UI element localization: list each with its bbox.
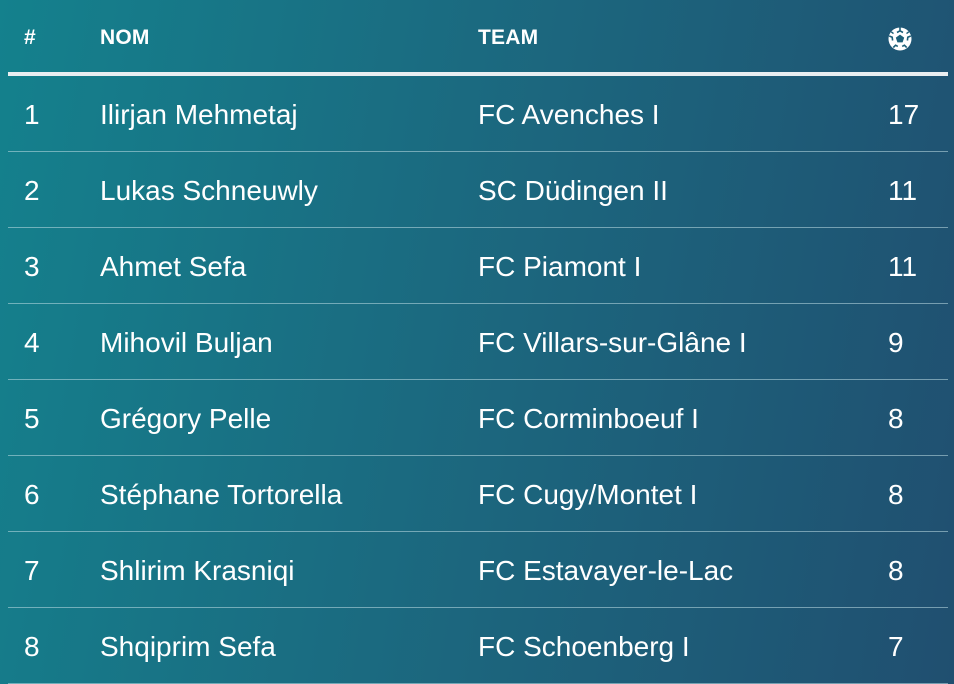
- table-row: 4 Mihovil Buljan FC Villars-sur-Glâne I …: [8, 304, 948, 380]
- row-player-name: Ahmet Sefa: [100, 251, 247, 282]
- row-player-name: Grégory Pelle: [100, 403, 272, 434]
- table-header: # NOM TEAM: [8, 0, 948, 76]
- row-goals: 9: [888, 327, 904, 358]
- row-rank: 5: [24, 403, 40, 434]
- row-team: FC Avenches I: [478, 99, 660, 130]
- row-player-name: Shlirim Krasniqi: [100, 555, 295, 586]
- soccer-ball-icon: [888, 27, 912, 51]
- row-goals: 17: [888, 99, 920, 130]
- row-team: FC Schoenberg I: [478, 631, 690, 662]
- row-rank: 4: [24, 327, 40, 358]
- table-row: 5 Grégory Pelle FC Corminboeuf I 8: [8, 380, 948, 456]
- header-name: NOM: [100, 26, 150, 49]
- row-rank: 2: [24, 175, 40, 206]
- row-team: FC Estavayer-le-Lac: [478, 555, 734, 586]
- row-rank: 1: [24, 99, 40, 130]
- scorers-table: # NOM TEAM 1 Ilirjan Mehmetaj FC Avenche…: [8, 0, 948, 684]
- row-team: FC Villars-sur-Glâne I: [478, 327, 747, 358]
- row-player-name: Ilirjan Mehmetaj: [100, 99, 298, 130]
- row-rank: 8: [24, 631, 40, 662]
- row-player-name: Shqiprim Sefa: [100, 631, 276, 662]
- row-rank: 6: [24, 479, 40, 510]
- row-goals: 11: [888, 251, 918, 282]
- row-goals: 11: [888, 175, 918, 206]
- row-goals: 8: [888, 555, 904, 586]
- header-team: TEAM: [478, 26, 539, 49]
- row-rank: 3: [24, 251, 40, 282]
- table-row: 8 Shqiprim Sefa FC Schoenberg I 7: [8, 608, 948, 684]
- row-player-name: Mihovil Buljan: [100, 327, 273, 358]
- row-team: FC Corminboeuf I: [478, 403, 699, 434]
- row-goals: 8: [888, 403, 904, 434]
- row-player-name: Lukas Schneuwly: [100, 175, 318, 206]
- table-row: 2 Lukas Schneuwly SC Düdingen II 11: [8, 152, 948, 228]
- table-row: 1 Ilirjan Mehmetaj FC Avenches I 17: [8, 76, 948, 152]
- row-team: FC Piamont I: [478, 251, 642, 282]
- table-row: 7 Shlirim Krasniqi FC Estavayer-le-Lac 8: [8, 532, 948, 608]
- row-player-name: Stéphane Tortorella: [100, 479, 343, 510]
- row-rank: 7: [24, 555, 40, 586]
- header-rank: #: [24, 26, 36, 49]
- row-team: SC Düdingen II: [478, 175, 668, 206]
- row-goals: 7: [888, 631, 904, 662]
- table-row: 6 Stéphane Tortorella FC Cugy/Montet I 8: [8, 456, 948, 532]
- table-row: 3 Ahmet Sefa FC Piamont I 11: [8, 228, 948, 304]
- row-goals: 8: [888, 479, 904, 510]
- row-team: FC Cugy/Montet I: [478, 479, 698, 510]
